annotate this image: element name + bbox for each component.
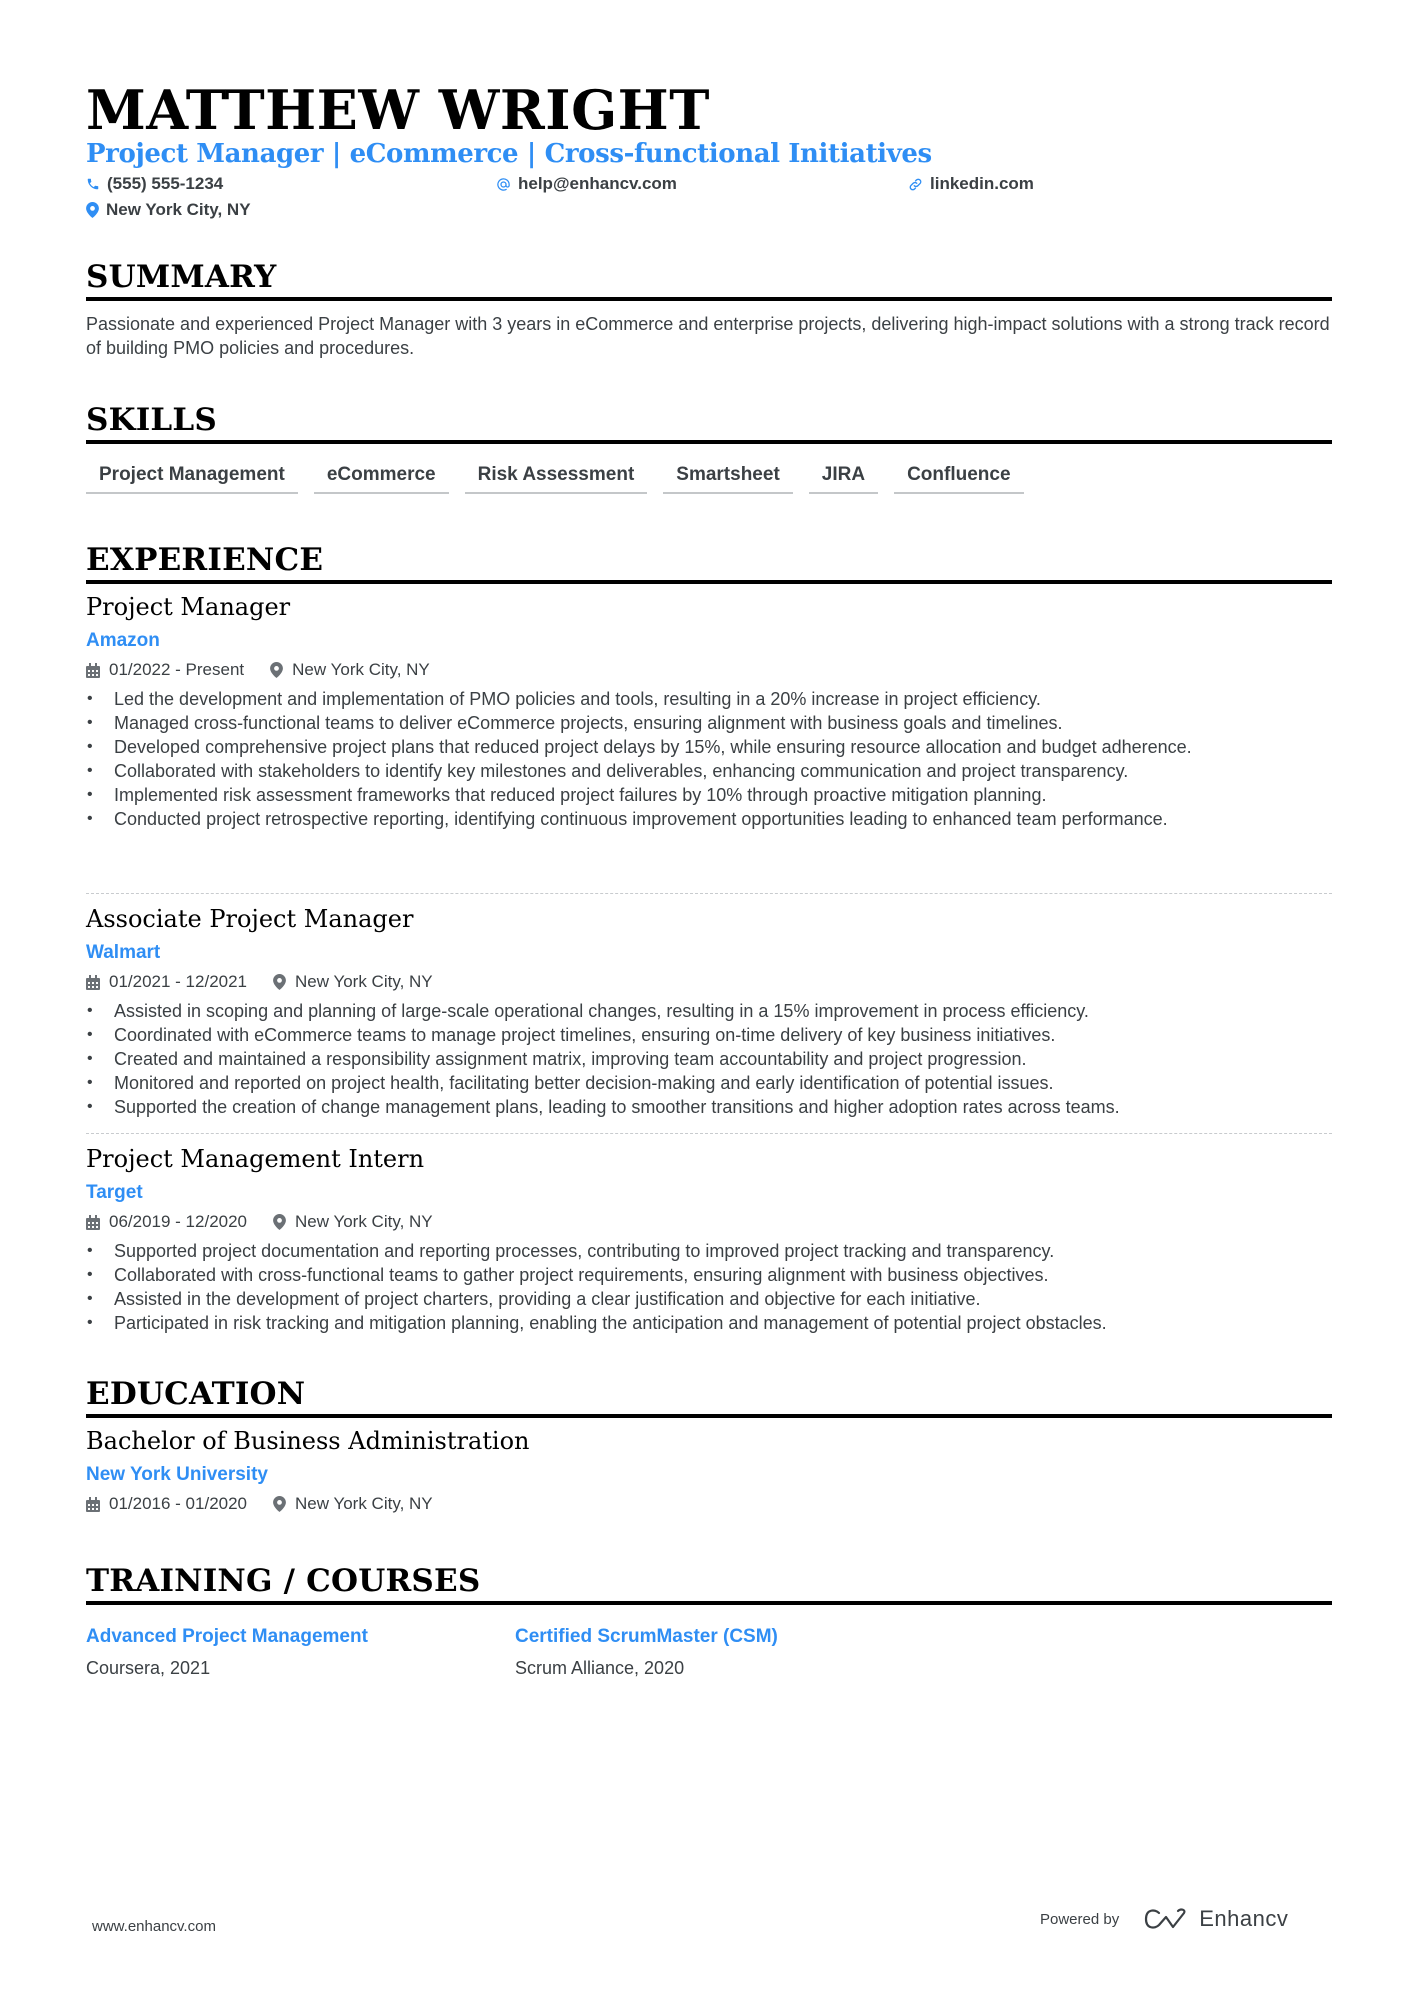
job-location: New York City, NY bbox=[270, 659, 430, 681]
skills-heading: SKILLS bbox=[86, 401, 1332, 444]
course-entry: Advanced Project Management Coursera, 20… bbox=[86, 1625, 368, 1680]
powered-by-text: Powered by bbox=[1040, 1910, 1120, 1928]
bullet-item: Implemented risk assessment frameworks t… bbox=[86, 783, 1332, 807]
skill-tag: Project Management bbox=[86, 462, 298, 494]
company-name: Walmart bbox=[86, 942, 161, 963]
bullet-item: Conducted project retrospective reportin… bbox=[86, 807, 1332, 831]
summary-heading: SUMMARY bbox=[86, 258, 1332, 301]
bullet-item: Led the development and implementation o… bbox=[86, 687, 1332, 711]
map-pin-icon bbox=[86, 202, 99, 218]
skill-tag: eCommerce bbox=[313, 462, 449, 494]
job-meta: 06/2019 - 12/2020 New York City, NY bbox=[86, 1211, 1332, 1233]
calendar-icon bbox=[86, 1214, 100, 1230]
website-text: linkedin.com bbox=[930, 174, 1034, 193]
job-entry: Project Manager Amazon 01/2022 - Present… bbox=[86, 590, 1332, 831]
education-entry: Bachelor of Business Administration New … bbox=[86, 1424, 1332, 1515]
job-title: Associate Project Manager bbox=[86, 905, 414, 933]
job-bullets: Supported project documentation and repo… bbox=[86, 1239, 1332, 1335]
summary-text: Passionate and experienced Project Manag… bbox=[86, 314, 1330, 358]
course-provider: Coursera, 2021 bbox=[86, 1658, 211, 1678]
education-dates: 01/2016 - 01/2020 bbox=[86, 1493, 247, 1515]
phone-text: (555) 555-1234 bbox=[107, 174, 224, 193]
email-text: help@enhancv.com bbox=[518, 174, 677, 193]
calendar-icon bbox=[86, 1496, 100, 1512]
job-entry: Project Management Intern Target 06/2019… bbox=[86, 1142, 1332, 1335]
bullet-item: Created and maintained a responsibility … bbox=[86, 1047, 1332, 1071]
brand-logo[interactable]: Enhancv bbox=[1143, 1906, 1288, 1932]
bullet-item: Developed comprehensive project plans th… bbox=[86, 735, 1332, 759]
link-icon bbox=[909, 178, 922, 190]
bullet-item: Assisted in the development of project c… bbox=[86, 1287, 1332, 1311]
skill-tag: Risk Assessment bbox=[464, 462, 648, 494]
contact-location: New York City, NY bbox=[86, 200, 251, 220]
job-meta: 01/2021 - 12/2021 New York City, NY bbox=[86, 971, 1332, 993]
course-entry: Certified ScrumMaster (CSM) Scrum Allian… bbox=[515, 1625, 778, 1680]
location-text: New York City, NY bbox=[295, 972, 433, 991]
bullet-item: Supported the creation of change managem… bbox=[86, 1095, 1332, 1119]
job-location: New York City, NY bbox=[273, 1211, 433, 1233]
job-dates: 01/2021 - 12/2021 bbox=[86, 971, 247, 993]
location-text: New York City, NY bbox=[292, 660, 430, 679]
degree-title: Bachelor of Business Administration bbox=[86, 1427, 530, 1455]
candidate-name: MATTHEW WRIGHT bbox=[86, 78, 710, 142]
dates-text: 01/2022 - Present bbox=[109, 660, 245, 679]
job-dates: 06/2019 - 12/2020 bbox=[86, 1211, 247, 1233]
school-name: New York University bbox=[86, 1464, 268, 1485]
bullet-item: Assisted in scoping and planning of larg… bbox=[86, 999, 1332, 1023]
bullet-item: Monitored and reported on project health… bbox=[86, 1071, 1332, 1095]
course-provider: Scrum Alliance, 2020 bbox=[515, 1658, 685, 1678]
footer-branding: Powered by Enhancv bbox=[1040, 1906, 1288, 1932]
training-heading: TRAINING / COURSES bbox=[86, 1562, 1332, 1605]
company-name: Target bbox=[86, 1182, 143, 1203]
bullet-item: Collaborated with cross-functional teams… bbox=[86, 1263, 1332, 1287]
course-title: Certified ScrumMaster (CSM) bbox=[515, 1626, 778, 1647]
education-meta: 01/2016 - 01/2020 New York City, NY bbox=[86, 1493, 1332, 1515]
contact-phone[interactable]: (555) 555-1234 bbox=[86, 174, 223, 194]
map-pin-icon bbox=[273, 1214, 286, 1230]
dates-text: 06/2019 - 12/2020 bbox=[109, 1212, 248, 1231]
course-title: Advanced Project Management bbox=[86, 1626, 368, 1647]
skill-tag: Confluence bbox=[894, 462, 1024, 494]
bullet-item: Collaborated with stakeholders to identi… bbox=[86, 759, 1332, 783]
contact-email[interactable]: help@enhancv.com bbox=[496, 174, 677, 194]
job-bullets: Assisted in scoping and planning of larg… bbox=[86, 999, 1332, 1119]
job-title: Project Management Intern bbox=[86, 1145, 425, 1173]
map-pin-icon bbox=[273, 974, 286, 990]
job-divider bbox=[86, 893, 1332, 894]
dates-text: 01/2021 - 12/2021 bbox=[109, 972, 248, 991]
education-location: New York City, NY bbox=[273, 1493, 433, 1515]
job-location: New York City, NY bbox=[273, 971, 433, 993]
location-text: New York City, NY bbox=[295, 1494, 433, 1513]
location-text: New York City, NY bbox=[295, 1212, 433, 1231]
calendar-icon bbox=[86, 974, 100, 990]
at-icon bbox=[497, 177, 510, 191]
enhancv-logo-icon bbox=[1145, 1908, 1186, 1929]
location-text: New York City, NY bbox=[106, 200, 251, 219]
contact-website[interactable]: linkedin.com bbox=[908, 174, 1034, 194]
dates-text: 01/2016 - 01/2020 bbox=[109, 1494, 248, 1513]
job-divider bbox=[86, 1133, 1332, 1134]
skills-list: Project Management eCommerce Risk Assess… bbox=[86, 462, 1024, 494]
job-meta: 01/2022 - Present New York City, NY bbox=[86, 659, 1332, 681]
bullet-item: Participated in risk tracking and mitiga… bbox=[86, 1311, 1332, 1335]
job-dates: 01/2022 - Present bbox=[86, 659, 244, 681]
skill-tag: JIRA bbox=[808, 462, 879, 494]
job-title: Project Manager bbox=[86, 593, 291, 621]
candidate-headline: Project Manager | eCommerce | Cross-func… bbox=[86, 139, 932, 169]
footer-website[interactable]: www.enhancv.com bbox=[92, 1918, 216, 1935]
map-pin-icon bbox=[270, 662, 284, 678]
map-pin-icon bbox=[273, 1496, 286, 1512]
company-name: Amazon bbox=[86, 630, 160, 651]
education-heading: EDUCATION bbox=[86, 1375, 1332, 1418]
calendar-icon bbox=[86, 662, 100, 678]
bullet-item: Managed cross-functional teams to delive… bbox=[86, 711, 1332, 735]
job-entry: Associate Project Manager Walmart 01/202… bbox=[86, 902, 1332, 1119]
bullet-item: Supported project documentation and repo… bbox=[86, 1239, 1332, 1263]
experience-heading: EXPERIENCE bbox=[86, 541, 1332, 584]
phone-icon bbox=[87, 178, 99, 190]
brand-name: Enhancv bbox=[1199, 1906, 1289, 1931]
bullet-item: Coordinated with eCommerce teams to mana… bbox=[86, 1023, 1332, 1047]
job-bullets: Led the development and implementation o… bbox=[86, 687, 1332, 831]
skill-tag: Smartsheet bbox=[663, 462, 793, 494]
